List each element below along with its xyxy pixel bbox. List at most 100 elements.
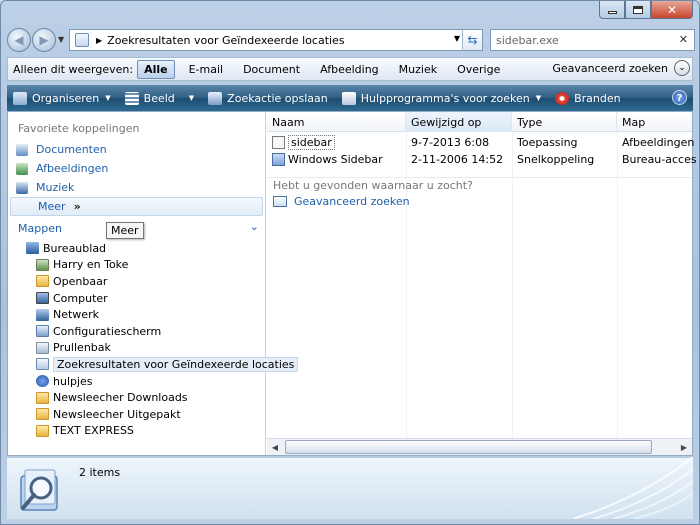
tree-item-desktop[interactable]: Bureaublad xyxy=(8,240,265,257)
tree-item-label: Openbaar xyxy=(53,274,108,288)
search-tools-label: Hulpprogramma's voor zoeken xyxy=(360,91,530,105)
navigation-pane: Favoriete koppelingen Documenten Afbeeld… xyxy=(8,112,299,455)
organize-button[interactable]: Organiseren ▼ xyxy=(13,91,111,105)
tree-item-search-results[interactable]: Zoekresultaten voor Geïndexeerde locatie… xyxy=(8,356,299,373)
search-tools-button[interactable]: Hulpprogramma's voor zoeken ▼ xyxy=(341,91,542,105)
advanced-search-icon xyxy=(273,196,287,207)
recycle-bin-icon xyxy=(36,341,49,354)
more-label: Meer xyxy=(38,200,66,213)
view-button[interactable]: Beeld ▼ xyxy=(124,91,195,105)
address-dropdown-icon[interactable]: ▼ xyxy=(454,34,460,43)
decorative-swoosh xyxy=(572,457,693,519)
command-bar: Organiseren ▼ Beeld ▼ Zoekactie opslaan … xyxy=(7,85,693,111)
advanced-search-toggle[interactable]: Geavanceerd zoeken xyxy=(552,62,668,75)
tree-item-netwerk[interactable]: Netwerk xyxy=(8,306,265,323)
back-arrow-icon: ◀ xyxy=(14,33,24,47)
close-icon: ✕ xyxy=(666,2,678,17)
content-area: Favoriete koppelingen Documenten Afbeeld… xyxy=(7,111,697,456)
chevron-down-icon[interactable]: ⌄ xyxy=(250,220,259,233)
tree-item-label: Zoekresultaten voor Geïndexeerde locatie… xyxy=(53,356,299,372)
tree-item-newsleecher-uitgepakt[interactable]: Newsleecher Uitgepakt xyxy=(8,406,265,423)
tree-item-hulpjes[interactable]: hulpjes xyxy=(8,373,265,390)
scroll-thumb[interactable] xyxy=(285,440,652,454)
column-header-type[interactable]: Type xyxy=(512,112,617,132)
folder-tree: Bureaublad Harry en Toke Openbaar Comput… xyxy=(8,240,299,440)
address-bar[interactable]: ▶ Zoekresultaten voor Geïndexeerde locat… xyxy=(69,29,483,51)
forward-button[interactable]: ▶ xyxy=(32,28,56,52)
chevron-down-icon[interactable]: ⌄ xyxy=(674,60,690,76)
table-row[interactable]: Windows Sidebar 2-11-2006 14:52 Snelkopp… xyxy=(267,151,697,168)
organize-label: Organiseren xyxy=(32,91,100,105)
maximize-button[interactable] xyxy=(625,1,651,19)
tree-item-harry-en-toke[interactable]: Harry en Toke xyxy=(8,257,265,274)
tree-item-computer[interactable]: Computer xyxy=(8,290,265,307)
tree-item-text-express[interactable]: TEXT EXPRESS xyxy=(8,423,265,440)
cell-type: Toepassing xyxy=(517,136,578,149)
tooltip: Meer xyxy=(106,222,144,239)
item-count: 2 items xyxy=(79,466,121,479)
filter-other[interactable]: Overige xyxy=(451,61,506,78)
close-button[interactable]: ✕ xyxy=(651,1,693,19)
caption-buttons: ✕ xyxy=(599,1,693,20)
back-button[interactable]: ◀ xyxy=(7,28,31,52)
horizontal-scrollbar[interactable]: ◀ ▶ xyxy=(267,438,692,455)
cell-folder: Bureau-accesso xyxy=(622,153,697,166)
filter-image[interactable]: Afbeelding xyxy=(314,61,385,78)
column-header-modified[interactable]: Gewijzigd op xyxy=(406,112,512,132)
breadcrumb[interactable]: Zoekresultaten voor Geïndexeerde locatie… xyxy=(107,34,344,47)
favorite-pictures[interactable]: Afbeeldingen xyxy=(8,159,265,178)
more-favorites-button[interactable]: Meer » xyxy=(10,197,263,216)
advanced-search-link[interactable]: Geavanceerd zoeken xyxy=(273,195,410,208)
tree-item-label: Newsleecher Uitgepakt xyxy=(53,407,181,421)
help-icon[interactable]: ? xyxy=(672,90,687,105)
save-search-label: Zoekactie opslaan xyxy=(227,91,328,105)
organize-icon xyxy=(13,91,27,105)
refresh-button[interactable]: ⇆ xyxy=(462,30,482,50)
filter-music[interactable]: Muziek xyxy=(393,61,443,78)
burn-button[interactable]: Branden xyxy=(555,91,621,105)
folder-icon xyxy=(36,408,49,421)
maximize-icon xyxy=(633,5,643,14)
column-header-name[interactable]: Naam xyxy=(267,112,406,132)
favorite-label: Muziek xyxy=(36,181,75,194)
filter-all[interactable]: Alle xyxy=(137,59,175,79)
burn-disc-icon xyxy=(555,91,570,105)
save-search-button[interactable]: Zoekactie opslaan xyxy=(208,91,328,105)
favorite-music[interactable]: Muziek xyxy=(8,178,265,197)
scroll-left-icon[interactable]: ◀ xyxy=(267,439,283,455)
clear-search-icon[interactable]: ✕ xyxy=(679,33,688,46)
desktop-icon xyxy=(26,242,39,255)
cell-type: Snelkoppeling xyxy=(517,153,595,166)
column-headers: Naam Gewijzigd op Type Map xyxy=(267,112,692,132)
minimize-button[interactable] xyxy=(599,1,625,19)
cell-folder: Afbeeldingen (C xyxy=(622,136,697,149)
breadcrumb-arrow-icon[interactable]: ▶ xyxy=(96,36,102,45)
caret-down-icon: ▼ xyxy=(535,94,542,102)
refresh-icon: ⇆ xyxy=(467,33,478,47)
caret-down-icon: ▼ xyxy=(188,94,195,102)
tree-item-label: Harry en Toke xyxy=(53,258,129,272)
tree-item-newsleecher-downloads[interactable]: Newsleecher Downloads xyxy=(8,389,265,406)
filter-document[interactable]: Document xyxy=(237,61,306,78)
search-input[interactable]: sidebar.exe ✕ xyxy=(490,29,695,51)
column-header-folder[interactable]: Map xyxy=(617,112,697,132)
column-divider xyxy=(617,132,618,455)
tree-item-label: Configuratiescherm xyxy=(53,324,162,338)
network-icon xyxy=(36,308,49,321)
music-icon xyxy=(16,181,28,194)
favorite-documents[interactable]: Documenten xyxy=(8,140,265,159)
user-folder-icon xyxy=(36,258,49,271)
details-pane: 2 items xyxy=(7,457,693,519)
recent-pages-dropdown[interactable]: ▼ xyxy=(58,35,64,44)
table-row[interactable]: sidebar 9-7-2013 6:08 Toepassing Afbeeld… xyxy=(267,134,697,151)
tree-item-label: TEXT EXPRESS xyxy=(53,424,134,438)
scroll-right-icon[interactable]: ▶ xyxy=(676,439,692,455)
filter-email[interactable]: E-mail xyxy=(183,61,230,78)
file-name: sidebar xyxy=(288,135,335,150)
divider xyxy=(267,177,692,178)
tree-item-prullenbak[interactable]: Prullenbak xyxy=(8,340,265,357)
folder-icon xyxy=(36,275,49,288)
tree-item-openbaar[interactable]: Openbaar xyxy=(8,273,265,290)
tree-item-label: Netwerk xyxy=(53,308,99,322)
tree-item-configuratiescherm[interactable]: Configuratiescherm xyxy=(8,323,265,340)
